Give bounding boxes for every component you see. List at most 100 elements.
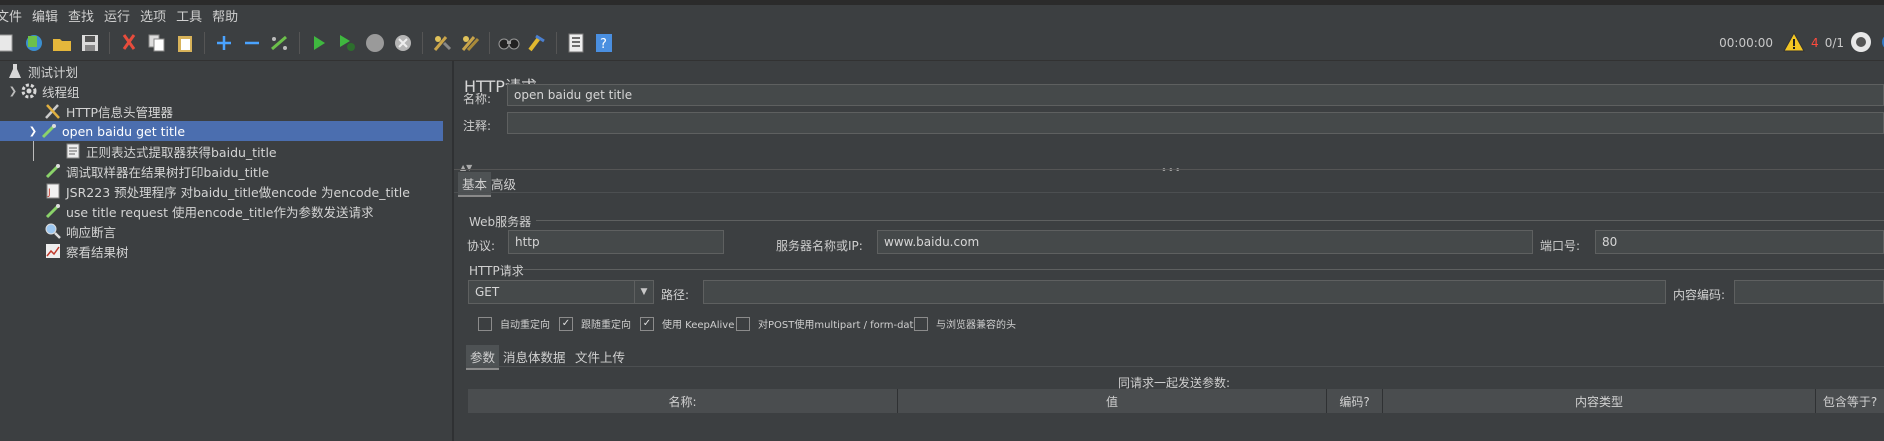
paste-icon[interactable]	[173, 31, 197, 55]
menu-options[interactable]: 选项	[135, 6, 171, 25]
column-content-type[interactable]: 内容类型	[1383, 389, 1816, 413]
warning-icon[interactable]	[1783, 31, 1805, 55]
encoding-field[interactable]	[1734, 280, 1884, 304]
toolbar-separator	[489, 32, 490, 54]
tree-item-regex-extractor[interactable]: 正则表达式提取器获得baidu_title	[0, 141, 443, 161]
pipette-icon	[40, 122, 58, 140]
chevron-down-icon[interactable]: ▼	[634, 281, 653, 303]
settings-icon[interactable]	[1878, 31, 1884, 56]
checkbox-box	[914, 316, 928, 331]
tree-item-label: HTTP信息头管理器	[66, 104, 173, 120]
tree-item-response-assertion[interactable]: 响应断言	[0, 221, 443, 241]
section-divider	[454, 169, 1884, 170]
wrench-icon	[44, 102, 62, 120]
menu-help[interactable]: 帮助	[207, 6, 243, 25]
path-field[interactable]	[703, 280, 1666, 304]
tree-item-label: 测试计划	[28, 64, 79, 80]
svg-text:?: ?	[600, 37, 607, 52]
start-icon[interactable]	[307, 31, 331, 55]
tree-item-test-plan[interactable]: 测试计划	[0, 61, 443, 81]
stop-icon[interactable]	[363, 31, 387, 55]
cut-icon[interactable]	[117, 31, 141, 55]
toggle-icon[interactable]	[268, 31, 292, 55]
templates-icon[interactable]	[22, 31, 46, 55]
save-icon[interactable]	[78, 31, 102, 55]
menu-file[interactable]: 文件	[0, 6, 27, 25]
tabs-divider	[454, 192, 1884, 193]
tree-item-jsr223[interactable]: J JSR223 预处理程序 对baidu_title做encode 为enco…	[0, 181, 443, 201]
copy-icon[interactable]	[145, 31, 169, 55]
comment-field[interactable]	[507, 112, 1884, 134]
menu-tools[interactable]: 工具	[171, 6, 207, 25]
method-select[interactable]: GET ▼	[468, 280, 654, 304]
tree-item-thread-group[interactable]: ❯ 线程组	[0, 81, 443, 101]
tree-item-view-results-tree[interactable]: 察看结果树	[0, 241, 443, 261]
chevron-down-icon[interactable]: ❯	[26, 126, 40, 137]
pipette-icon	[44, 202, 62, 220]
open-icon[interactable]	[50, 31, 74, 55]
toolbar: ? 00:00:00 4 0/1	[0, 26, 1884, 61]
server-field[interactable]: www.baidu.com	[877, 230, 1533, 254]
clear-all-icon[interactable]	[458, 31, 482, 55]
tree-item-debug-sampler[interactable]: 调试取样器在结果树打印baidu_title	[0, 161, 443, 181]
function-helper-icon[interactable]	[564, 31, 588, 55]
name-label: 名称:	[463, 92, 492, 106]
tree-item-label: use title request 使用encode_title作为参数发送请求	[66, 204, 374, 220]
port-field[interactable]: 80	[1595, 230, 1884, 254]
tree-item-label: 正则表达式提取器获得baidu_title	[86, 144, 277, 160]
toolbar-separator	[556, 32, 557, 54]
tree-item-open-baidu[interactable]: ❯ open baidu get title	[0, 121, 443, 141]
menu-run[interactable]: 运行	[99, 6, 135, 25]
browser-headers-checkbox[interactable]: 与浏览器兼容的头	[914, 316, 1016, 331]
encoding-label: 内容编码:	[1673, 288, 1726, 302]
document-icon	[64, 142, 82, 160]
start-no-pause-icon[interactable]	[335, 31, 359, 55]
expand-icon[interactable]	[212, 31, 236, 55]
new-icon[interactable]	[0, 31, 18, 55]
column-include-equals[interactable]: 包含等于?	[1816, 389, 1884, 413]
column-value[interactable]: 值	[898, 389, 1327, 413]
collapse-arrows-icon[interactable]: ▲▼	[460, 163, 472, 172]
resize-grip-icon[interactable]: •••	[1161, 165, 1182, 176]
multipart-checkbox[interactable]: 对POST使用multipart / form-data	[736, 316, 920, 331]
tree-item-use-title-request[interactable]: use title request 使用encode_title作为参数发送请求	[0, 201, 443, 221]
tree-item-header-manager[interactable]: HTTP信息头管理器	[0, 101, 443, 121]
column-name[interactable]: 名称:	[468, 389, 898, 413]
comment-label: 注释:	[463, 119, 492, 133]
menu-search[interactable]: 查找	[63, 6, 99, 25]
tab-file-upload[interactable]: 文件上传	[571, 345, 629, 368]
help-icon[interactable]: ?	[592, 31, 616, 55]
tab-body-data[interactable]: 消息体数据	[499, 345, 570, 368]
flask-icon	[6, 62, 24, 80]
tree-item-label: 调试取样器在结果树打印baidu_title	[66, 164, 270, 180]
shutdown-icon[interactable]	[391, 31, 415, 55]
http-request-panel: HTTP请求 名称: open baidu get title 注释: ▲▼ •…	[454, 61, 1884, 441]
http-request-group-title: HTTP请求	[469, 264, 524, 278]
follow-redirect-checkbox[interactable]: ✓ 跟随重定向	[559, 316, 631, 331]
protocol-label: 协议:	[467, 239, 496, 253]
toolbar-status: 00:00:00 4 0/1	[1719, 26, 1884, 60]
clear-icon[interactable]	[430, 31, 454, 55]
keepalive-checkbox[interactable]: ✓ 使用 KeepAlive	[640, 316, 734, 331]
column-encode[interactable]: 编码?	[1327, 389, 1383, 413]
chevron-down-icon[interactable]: ❯	[6, 86, 20, 97]
name-field[interactable]: open baidu get title	[507, 84, 1884, 106]
search-icon[interactable]	[497, 31, 521, 55]
toolbar-separator	[422, 32, 423, 54]
pipette-icon	[44, 162, 62, 180]
auto-redirect-checkbox[interactable]: 自动重定向	[478, 316, 550, 331]
protocol-field[interactable]: http	[508, 230, 724, 254]
checkbox-label: 跟随重定向	[581, 320, 631, 331]
checkbox-box	[478, 316, 492, 331]
subtabs-divider	[466, 366, 1884, 367]
port-label: 端口号:	[1540, 239, 1581, 253]
checkbox-box	[736, 316, 750, 331]
reset-search-icon[interactable]	[525, 31, 549, 55]
tree-item-label: 响应断言	[66, 224, 117, 240]
menu-edit[interactable]: 编辑	[27, 6, 63, 25]
toolbar-separator	[204, 32, 205, 54]
server-label: 服务器名称或IP:	[776, 239, 863, 253]
collapse-icon[interactable]	[240, 31, 264, 55]
toolbar-separator	[109, 32, 110, 54]
checkbox-label: 对POST使用multipart / form-data	[758, 320, 920, 331]
